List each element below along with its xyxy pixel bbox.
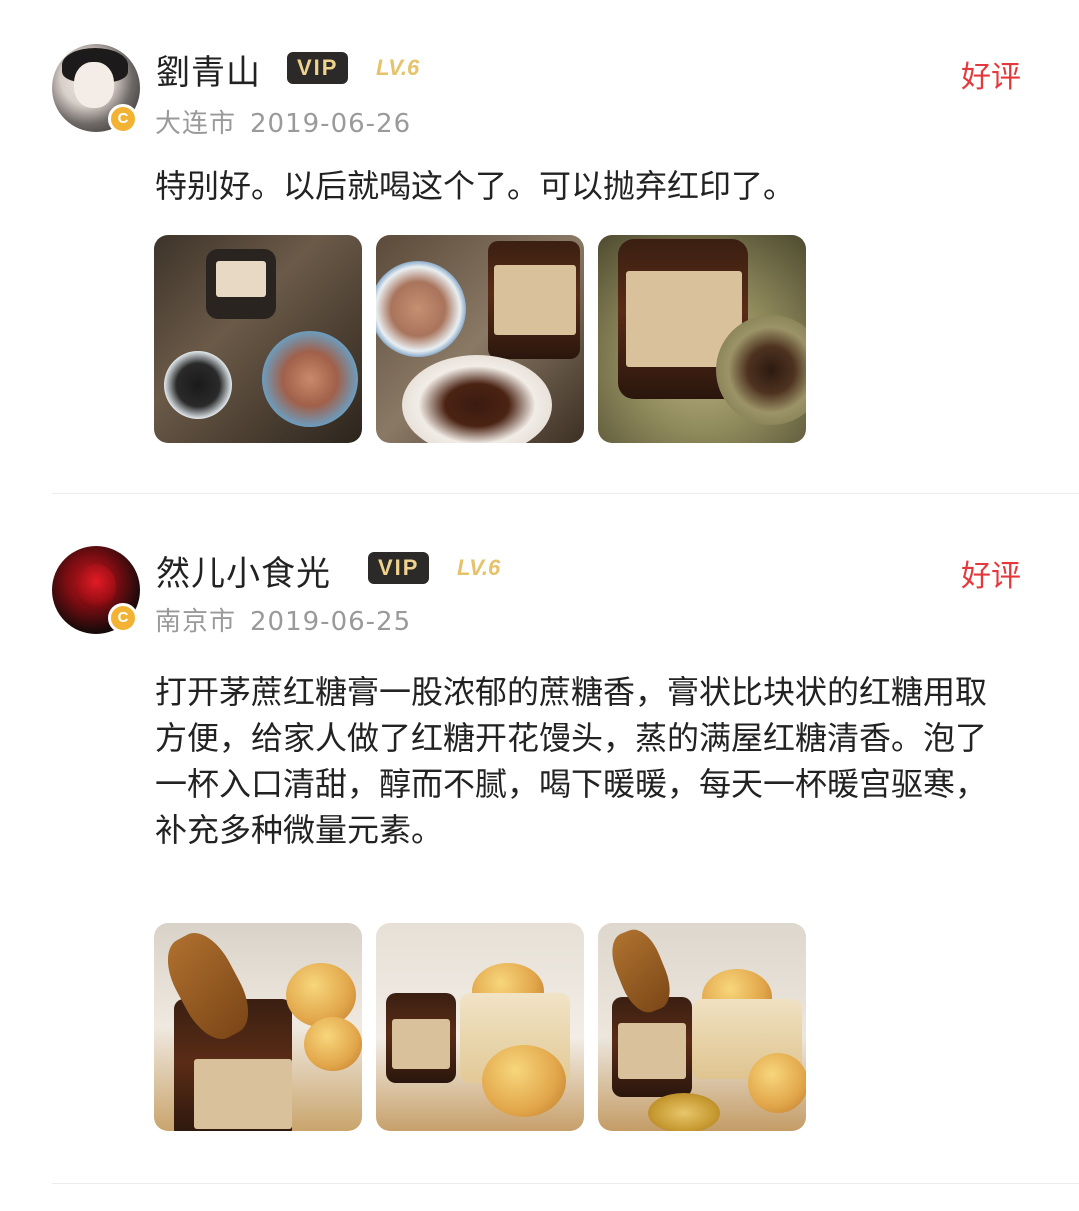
review-date: 2019-06-26 bbox=[250, 109, 412, 139]
verified-badge-icon: C bbox=[108, 603, 138, 633]
rating-label: 好评 bbox=[961, 559, 1021, 594]
review-meta: 大连市 2019-06-26 bbox=[155, 103, 411, 140]
divider bbox=[52, 1183, 1079, 1184]
review-text: 打开茅蔗红糖膏一股浓郁的蔗糖香，膏状比块状的红糖用取方便，给家人做了红糖开花馒头… bbox=[155, 673, 988, 849]
username[interactable]: 然儿小食光 bbox=[156, 546, 331, 595]
review-photo[interactable] bbox=[376, 235, 584, 443]
rating-label: 好评 bbox=[961, 60, 1021, 95]
review-city: 南京市 bbox=[155, 607, 237, 637]
review-city: 大连市 bbox=[155, 109, 237, 139]
vip-badge: VIP bbox=[287, 52, 349, 84]
vip-badge: VIP bbox=[368, 552, 430, 584]
review-meta: 南京市 2019-06-25 bbox=[155, 601, 411, 638]
review-photo[interactable] bbox=[376, 923, 584, 1131]
username[interactable]: 劉青山 bbox=[156, 45, 261, 94]
review-photo[interactable] bbox=[598, 235, 806, 443]
review-photos bbox=[154, 923, 806, 1131]
review-photo[interactable] bbox=[154, 923, 362, 1131]
divider bbox=[52, 493, 1079, 494]
review-date: 2019-06-25 bbox=[250, 607, 412, 637]
review-card: C 然儿小食光 VIP LV.6 好评 南京市 2019-06-25 打开茅蔗红糖… bbox=[0, 495, 1079, 1185]
review-photo[interactable] bbox=[598, 923, 806, 1131]
verified-badge-icon: C bbox=[108, 104, 138, 134]
review-photo[interactable] bbox=[154, 235, 362, 443]
review-photos bbox=[154, 235, 806, 443]
review-card: C 劉青山 VIP LV.6 好评 大连市 2019-06-26 特别好。以后就喝… bbox=[0, 0, 1079, 494]
level-badge: LV.6 bbox=[457, 555, 501, 580]
review-text: 特别好。以后就喝这个了。可以抛弃红印了。 bbox=[155, 167, 796, 205]
level-badge: LV.6 bbox=[376, 55, 420, 80]
